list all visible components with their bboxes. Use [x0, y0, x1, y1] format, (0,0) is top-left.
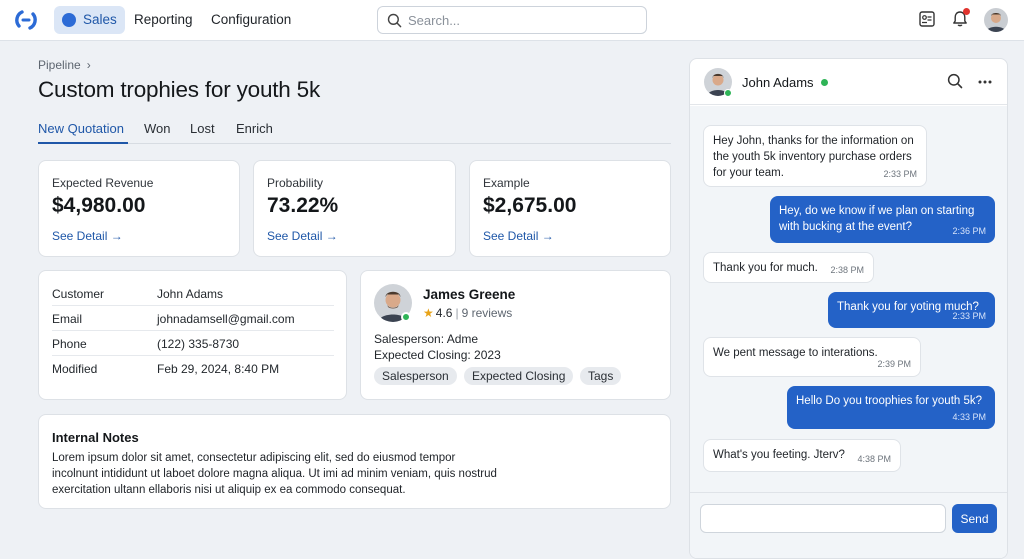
sales-icon — [62, 13, 76, 27]
top-bar: Sales Reporting Configuration — [0, 0, 1024, 41]
expected-closing: Expected Closing: 2023 — [374, 348, 501, 362]
customer-info-card: Customer John Adams Email johnadamsell@g… — [38, 270, 347, 400]
message-text: Hello Do you troophies for youth 5k? — [796, 395, 983, 407]
message-outgoing[interactable]: Hello Do you troophies for youth 5k? 4:3… — [787, 386, 995, 429]
message-time: 2:36 PM — [952, 226, 986, 236]
nav-sales[interactable]: Sales — [54, 6, 125, 34]
chat-messages[interactable]: Hey John, thanks for the information on … — [690, 106, 1007, 492]
page-title: Custom trophies for youth 5k — [38, 77, 321, 102]
info-value[interactable]: John Adams — [157, 287, 223, 301]
tab-won[interactable]: Won — [144, 121, 171, 136]
nav-sales-label: Sales — [83, 12, 117, 27]
online-status-dot — [724, 89, 732, 97]
info-key: Email — [52, 312, 83, 326]
send-button[interactable]: Send — [952, 504, 997, 533]
tab-lost[interactable]: Lost — [190, 121, 215, 136]
more-icon[interactable] — [978, 80, 992, 84]
stat-card-probability: Probability 73.22% See Detail → — [253, 160, 456, 257]
stat-value: $4,980.00 — [52, 194, 146, 217]
star-icon: ★ — [423, 306, 434, 320]
salesperson-rating: ★ 4.6 | 9 reviews — [423, 306, 512, 320]
message-incoming[interactable]: Thank you for much. 2:38 PM — [703, 252, 874, 283]
logo-icon[interactable] — [13, 7, 39, 33]
search-icon[interactable] — [947, 73, 963, 89]
stat-value: $2,675.00 — [483, 194, 577, 217]
nav-reporting[interactable]: Reporting — [126, 6, 201, 34]
info-key: Customer — [52, 287, 105, 301]
breadcrumb[interactable]: Pipeline › — [38, 58, 91, 72]
tab-new-quotation[interactable]: New Quotation — [38, 121, 124, 136]
search-box[interactable] — [377, 6, 647, 34]
stat-label: Expected Revenue — [52, 176, 154, 190]
online-status-dot — [821, 79, 828, 86]
chat-composer: Send — [690, 492, 1007, 558]
internal-notes-card: Internal Notes Lorem ipsum dolor sit ame… — [38, 414, 671, 509]
tab-active-indicator — [38, 142, 128, 144]
see-detail-link[interactable]: See Detail → — [483, 229, 554, 243]
contacts-icon[interactable] — [917, 9, 937, 29]
see-detail-link[interactable]: See Detail → — [267, 229, 338, 243]
chip-tags[interactable]: Tags — [580, 367, 622, 385]
breadcrumb-pipeline[interactable]: Pipeline — [38, 58, 81, 72]
stat-value: 73.22% — [267, 194, 339, 217]
tab-enrich[interactable]: Enrich — [236, 121, 273, 136]
rating-separator: | — [455, 306, 459, 320]
message-time: 4:38 PM — [857, 454, 891, 464]
user-avatar[interactable] — [984, 8, 1008, 32]
message-outgoing[interactable]: Hey, do we know if we plan on starting w… — [770, 196, 995, 243]
message-incoming[interactable]: What's you feeting. Jterv? 4:38 PM — [703, 439, 901, 472]
see-detail-link[interactable]: See Detail → — [52, 229, 123, 243]
message-incoming[interactable]: We pent message to interations. 2:39 PM — [703, 337, 921, 377]
chevron-right-icon: › — [86, 58, 91, 72]
search-icon — [387, 13, 402, 28]
message-time: 2:33 PM — [883, 169, 917, 179]
message-text: Hey, do we know if we plan on starting w… — [779, 205, 975, 233]
message-text: What's you feeting. Jterv? — [713, 449, 845, 461]
message-time: 2:39 PM — [877, 359, 911, 369]
info-row-customer: Customer John Adams — [52, 281, 334, 306]
message-outgoing[interactable]: Thank you for yoting much? 2:33 PM — [828, 292, 995, 328]
notification-badge — [963, 8, 970, 15]
message-time: 2:33 PM — [952, 311, 986, 321]
info-row-phone: Phone (122) 335-8730 — [52, 331, 334, 356]
stat-label: Probability — [267, 176, 324, 190]
search-input[interactable] — [408, 10, 640, 30]
info-key: Phone — [52, 337, 87, 351]
chat-contact-name[interactable]: John Adams — [742, 75, 814, 90]
stat-card-expected-revenue: Expected Revenue $4,980.00 See Detail → — [38, 160, 240, 257]
stat-card-example: Example $2,675.00 See Detail → — [469, 160, 671, 257]
chip-salesperson[interactable]: Salesperson — [374, 367, 457, 385]
nav-configuration[interactable]: Configuration — [203, 6, 299, 34]
info-value: Feb 29, 2024, 8:40 PM — [157, 362, 280, 376]
message-time: 2:38 PM — [830, 265, 864, 275]
notes-body: Lorem ipsum dolor sit amet, consectetur … — [52, 452, 497, 496]
salesperson-name[interactable]: James Greene — [423, 287, 515, 302]
info-row-email: Email johnadamsell@gmail.com — [52, 306, 334, 331]
notes-title: Internal Notes — [52, 430, 139, 445]
chip-expected-closing[interactable]: Expected Closing — [464, 367, 574, 385]
chat-header: John Adams — [690, 59, 1007, 105]
info-key: Modified — [52, 362, 98, 376]
message-input[interactable] — [700, 504, 946, 533]
chat-panel: John Adams Hey John, thanks for the info… — [689, 58, 1008, 559]
message-text: We pent message to interations. — [713, 347, 878, 359]
message-text: Thank you for much. — [713, 262, 818, 274]
salesperson-card: James Greene ★ 4.6 | 9 reviews Salesperson:… — [360, 270, 671, 400]
salesperson-role: Salesperson: Adme — [374, 332, 479, 346]
rating-value: 4.6 — [435, 306, 453, 320]
tab-bar: New Quotation Won Lost Enrich — [38, 118, 671, 144]
stat-label: Example — [483, 176, 530, 190]
message-time: 4:33 PM — [952, 412, 986, 422]
message-incoming[interactable]: Hey John, thanks for the information on … — [703, 125, 927, 187]
review-count[interactable]: 9 reviews — [462, 306, 513, 320]
info-value[interactable]: johnadamsell@gmail.com — [157, 312, 295, 326]
online-status-dot — [401, 312, 411, 322]
info-value[interactable]: (122) 335-8730 — [157, 337, 239, 351]
info-row-modified: Modified Feb 29, 2024, 8:40 PM — [52, 356, 334, 381]
